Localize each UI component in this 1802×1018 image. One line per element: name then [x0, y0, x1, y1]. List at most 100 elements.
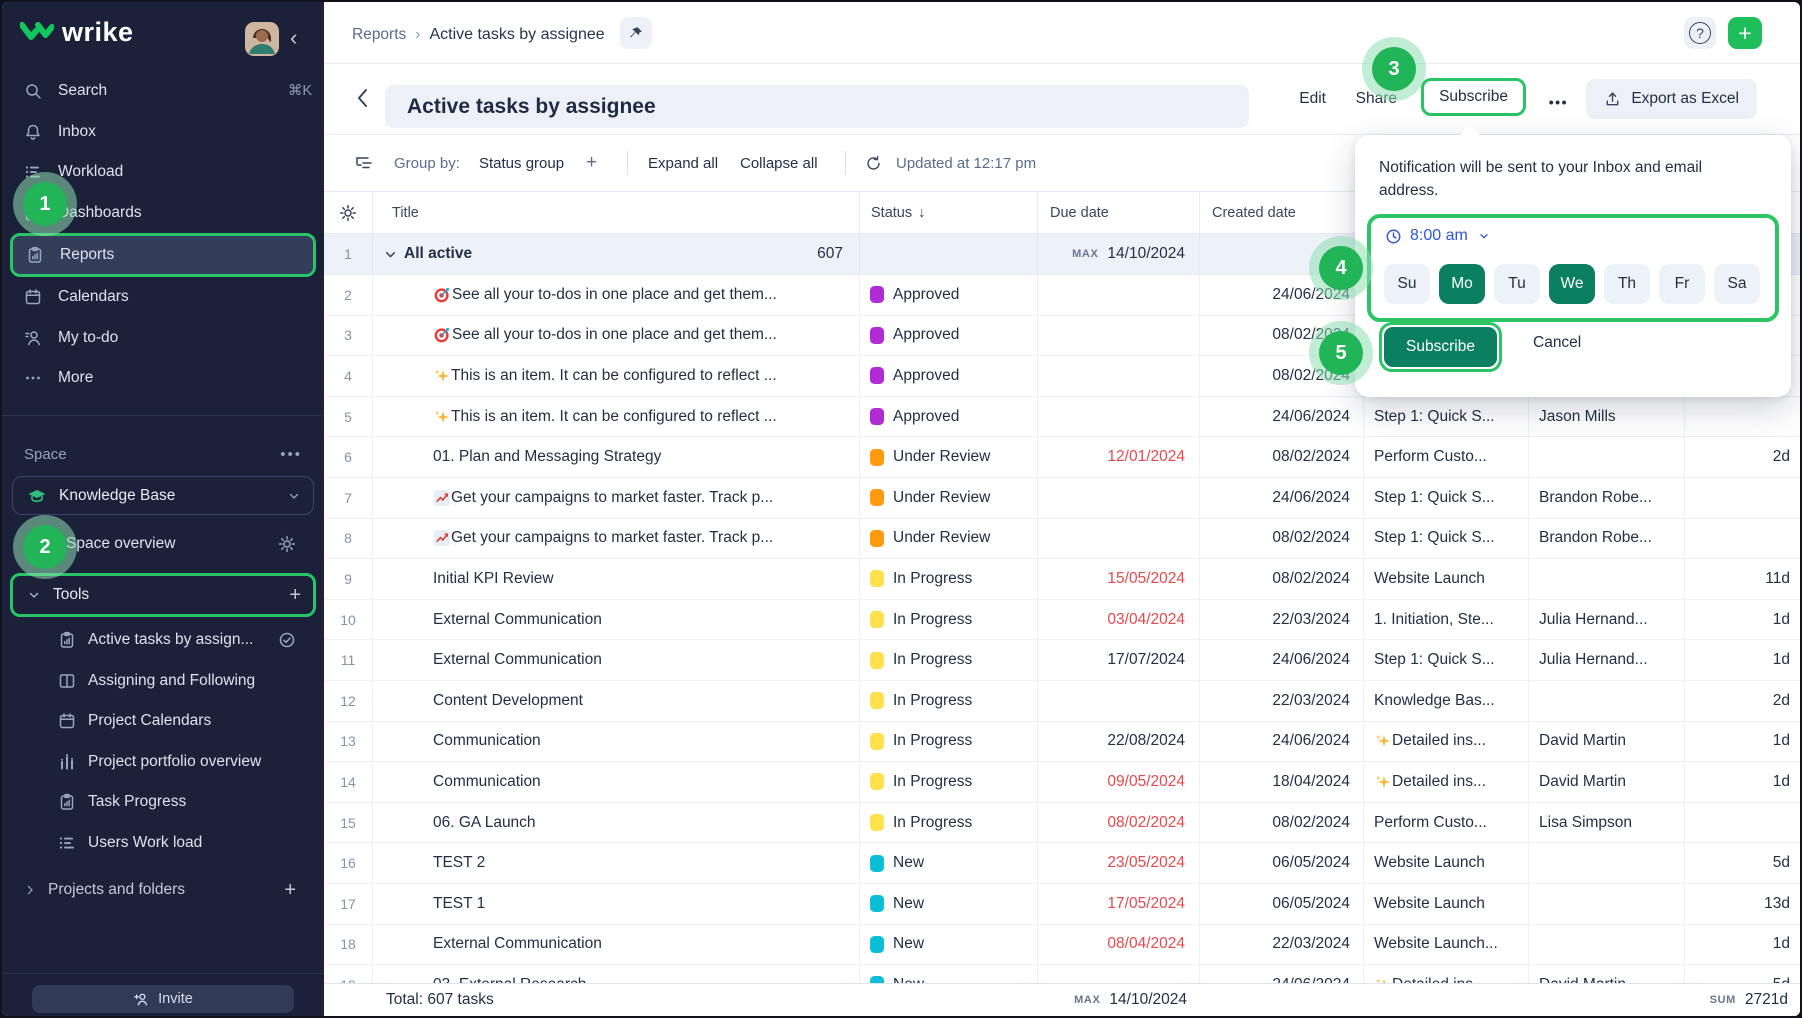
task-title-cell[interactable]: TEST 2 [373, 843, 860, 883]
table-row[interactable]: 16TEST 2New23/05/202406/05/2024Website L… [324, 843, 1802, 884]
parent-cell[interactable]: Website Launch [1364, 884, 1529, 924]
parent-cell[interactable]: Website Launch... [1364, 925, 1529, 965]
parent-cell[interactable]: Step 1: Quick S... [1364, 397, 1529, 437]
sidebar-item-inbox[interactable]: Inbox [2, 112, 324, 153]
create-new-button[interactable]: + [1728, 17, 1762, 49]
task-title-cell[interactable]: This is an item. It can be configured to… [373, 356, 860, 396]
status-cell[interactable]: Under Review [860, 478, 1038, 518]
column-header-due-date[interactable]: Due date [1038, 192, 1200, 233]
due-date-cell[interactable] [1038, 519, 1200, 559]
space-menu-icon[interactable]: ••• [280, 446, 302, 463]
task-title-cell[interactable]: External Communication [373, 640, 860, 680]
due-date-cell[interactable]: 17/05/2024 [1038, 884, 1200, 924]
table-row[interactable]: 11External CommunicationIn Progress17/07… [324, 640, 1802, 681]
task-title-cell[interactable]: External Communication [373, 600, 860, 640]
due-date-cell[interactable]: 08/04/2024 [1038, 925, 1200, 965]
table-row[interactable]: 601. Plan and Messaging StrategyUnder Re… [324, 437, 1802, 478]
day-chip-su[interactable]: Su [1384, 264, 1430, 304]
task-title-cell[interactable]: Get your campaigns to market faster. Tra… [373, 519, 860, 559]
back-chevron-icon[interactable] [354, 86, 372, 110]
day-chip-fr[interactable]: Fr [1659, 264, 1705, 304]
sidebar-collapse-icon[interactable]: ‹ [290, 24, 297, 52]
expand-all-button[interactable]: Expand all [648, 155, 718, 172]
assignee-cell[interactable]: Jason Mills [1529, 397, 1685, 437]
assignee-cell[interactable] [1529, 843, 1685, 883]
task-title-cell[interactable]: See all your to-dos in one place and get… [373, 275, 860, 315]
assignee-cell[interactable]: Lisa Simpson [1529, 803, 1685, 843]
wrike-logo[interactable]: wrike [20, 17, 134, 48]
status-cell[interactable]: New [860, 925, 1038, 965]
table-row[interactable]: 14CommunicationIn Progress09/05/202418/0… [324, 762, 1802, 803]
day-chip-th[interactable]: Th [1604, 264, 1650, 304]
assignee-cell[interactable]: Julia Hernand... [1529, 600, 1685, 640]
add-group-icon[interactable]: + [586, 152, 597, 174]
parent-cell[interactable]: Detailed ins... [1364, 762, 1529, 802]
status-cell[interactable]: Under Review [860, 519, 1038, 559]
pin-button[interactable] [620, 17, 652, 49]
task-title-cell[interactable]: Content Development [373, 681, 860, 721]
sidebar-tool-item[interactable]: Project Calendars [2, 701, 324, 742]
sidebar-tool-item[interactable]: Project portfolio overview [2, 742, 324, 783]
parent-cell[interactable]: Detailed ins... [1364, 722, 1529, 762]
task-title-cell[interactable]: 01. Plan and Messaging Strategy [373, 437, 860, 477]
status-cell[interactable]: Under Review [860, 437, 1038, 477]
table-row[interactable]: 12Content DevelopmentIn Progress22/03/20… [324, 681, 1802, 722]
sidebar-item-search[interactable]: Search⌘K [2, 71, 324, 112]
status-cell[interactable]: Approved [860, 316, 1038, 356]
assignee-cell[interactable] [1529, 559, 1685, 599]
collapse-all-button[interactable]: Collapse all [740, 155, 818, 172]
task-title-cell[interactable]: Get your campaigns to market faster. Tra… [373, 478, 860, 518]
assignee-cell[interactable] [1529, 925, 1685, 965]
column-header-created-date[interactable]: Created date [1200, 192, 1364, 233]
due-date-cell[interactable]: 15/05/2024 [1038, 559, 1200, 599]
task-title-cell[interactable]: Communication [373, 762, 860, 802]
parent-cell[interactable]: Knowledge Bas... [1364, 681, 1529, 721]
due-date-cell[interactable]: 23/05/2024 [1038, 843, 1200, 883]
popup-subscribe-button[interactable]: Subscribe [1384, 327, 1497, 367]
column-header-status[interactable]: Status↓ [860, 192, 1038, 233]
task-title-cell[interactable]: External Communication [373, 925, 860, 965]
status-cell[interactable]: In Progress [860, 600, 1038, 640]
assignee-cell[interactable] [1529, 884, 1685, 924]
status-cell[interactable]: In Progress [860, 722, 1038, 762]
parent-cell[interactable]: Step 1: Quick S... [1364, 640, 1529, 680]
table-row[interactable]: 9Initial KPI ReviewIn Progress15/05/2024… [324, 559, 1802, 600]
table-row[interactable]: 8Get your campaigns to market faster. Tr… [324, 519, 1802, 560]
edit-button[interactable]: Edit [1299, 90, 1326, 108]
status-cell[interactable]: In Progress [860, 803, 1038, 843]
parent-cell[interactable]: 1. Initiation, Ste... [1364, 600, 1529, 640]
space-selector-knowledge-base[interactable]: Knowledge Base [12, 476, 314, 515]
table-settings-cell[interactable] [324, 192, 373, 233]
status-cell[interactable]: New [860, 884, 1038, 924]
parent-cell[interactable]: Step 1: Quick S... [1364, 478, 1529, 518]
add-tool-icon[interactable]: + [289, 584, 301, 607]
due-date-cell[interactable] [1038, 397, 1200, 437]
due-date-cell[interactable]: 12/01/2024 [1038, 437, 1200, 477]
sidebar-tool-item[interactable]: Active tasks by assign... [2, 620, 324, 661]
status-cell[interactable]: In Progress [860, 559, 1038, 599]
status-cell[interactable]: In Progress [860, 762, 1038, 802]
sidebar-item-my-todo[interactable]: My to-do [2, 318, 324, 359]
table-row[interactable]: 17TEST 1New17/05/202406/05/2024Website L… [324, 884, 1802, 925]
sidebar-item-tools[interactable]: Tools + [10, 573, 316, 617]
day-chip-tu[interactable]: Tu [1494, 264, 1540, 304]
task-title-cell[interactable]: TEST 1 [373, 884, 860, 924]
task-title-cell[interactable]: Communication [373, 722, 860, 762]
parent-cell[interactable]: Step 1: Quick S... [1364, 519, 1529, 559]
help-button[interactable]: ? [1684, 17, 1716, 49]
assignee-cell[interactable] [1529, 437, 1685, 477]
report-title-input[interactable]: Active tasks by assignee [385, 85, 1249, 128]
parent-cell[interactable]: Website Launch [1364, 843, 1529, 883]
day-chip-sa[interactable]: Sa [1714, 264, 1760, 304]
assignee-cell[interactable]: Brandon Robe... [1529, 478, 1685, 518]
sidebar-tool-item[interactable]: Task Progress [2, 782, 324, 823]
assignee-cell[interactable]: Brandon Robe... [1529, 519, 1685, 559]
sidebar-item-calendars[interactable]: Calendars [2, 277, 324, 318]
due-date-cell[interactable] [1038, 478, 1200, 518]
column-header-title[interactable]: Title [373, 192, 860, 233]
task-title-cell[interactable]: Initial KPI Review [373, 559, 860, 599]
table-row[interactable]: 10External CommunicationIn Progress03/04… [324, 600, 1802, 641]
due-date-cell[interactable] [1038, 316, 1200, 356]
parent-cell[interactable]: Website Launch [1364, 559, 1529, 599]
table-row[interactable]: 18External CommunicationNew08/04/202422/… [324, 925, 1802, 966]
